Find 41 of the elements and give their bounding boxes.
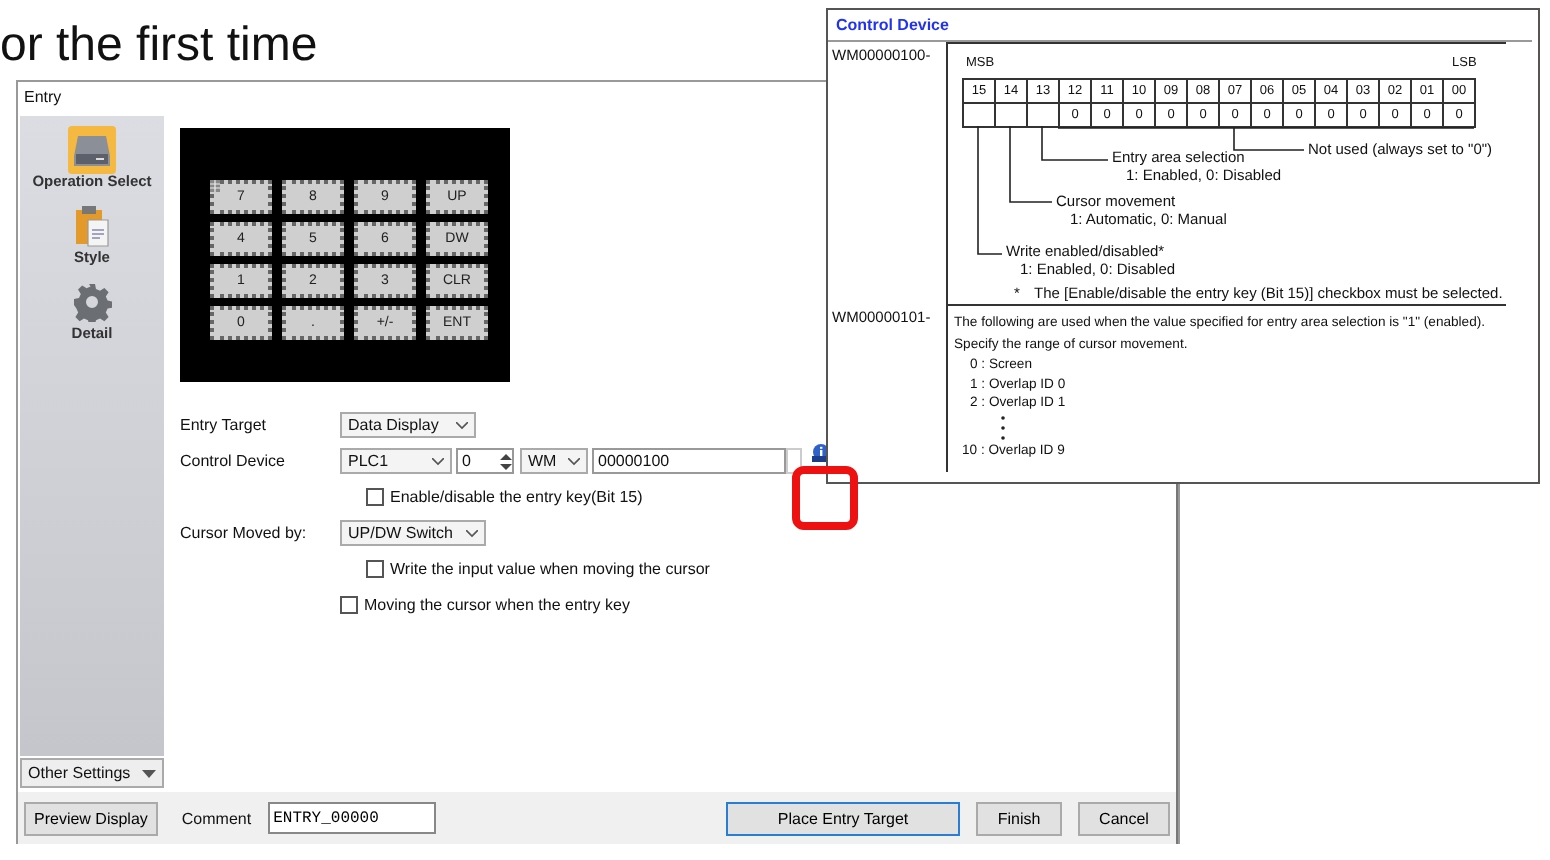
field-label: Control Device xyxy=(180,452,287,470)
checkbox[interactable] xyxy=(366,488,384,506)
drive-icon xyxy=(71,132,112,168)
plc-dropdown[interactable]: PLC1 xyxy=(340,448,452,474)
caret-icon xyxy=(142,769,156,777)
preview-display-button[interactable]: Preview Display xyxy=(24,801,158,835)
highlight-frame xyxy=(792,466,858,530)
sidebar-icon-tile[interactable] xyxy=(68,278,116,326)
device-dropdown[interactable]: WM xyxy=(520,448,588,474)
checkbox[interactable] xyxy=(366,560,384,578)
grid-icon xyxy=(210,180,220,192)
vertical-dots-icon xyxy=(1000,413,1006,441)
field-end-cap xyxy=(786,448,802,474)
caret-icon xyxy=(568,457,580,465)
clipboard-icon xyxy=(74,204,110,248)
caret-icon xyxy=(466,529,478,537)
checkbox[interactable] xyxy=(340,596,358,614)
dialog-button[interactable]: Cancel xyxy=(1078,801,1170,835)
address-field[interactable]: 00000100 xyxy=(592,448,786,474)
spinner-arrows-icon xyxy=(500,451,512,471)
gear-icon xyxy=(72,282,112,322)
cursor-moved-dropdown[interactable]: UP/DW Switch xyxy=(340,520,486,546)
dialog-button[interactable]: Place Entry Target xyxy=(726,801,960,835)
field-label: Cursor Moved by: xyxy=(180,524,309,542)
page-heading: or the first time xyxy=(0,18,318,72)
entry-target-dropdown[interactable]: Data Display xyxy=(340,412,476,438)
other-settings-dropdown[interactable]: Other Settings xyxy=(20,758,164,788)
comment-label: Comment xyxy=(181,809,252,827)
callout-title: Control Device xyxy=(828,10,1532,42)
checkbox-label: Enable/disable the entry key(Bit 15) xyxy=(390,488,643,506)
field-label: Entry Target xyxy=(180,416,268,434)
window-title: Entry xyxy=(24,88,62,106)
comment-field[interactable]: ENTRY_00000 xyxy=(267,802,436,834)
checkbox-label: Write the input value when moving the cursor xyxy=(390,560,710,578)
caret-icon xyxy=(456,421,468,429)
leader-line xyxy=(977,125,1003,255)
sidebar-icon-tile[interactable] xyxy=(67,126,116,174)
dialog-button[interactable]: Finish xyxy=(976,801,1062,835)
caret-icon xyxy=(432,457,444,465)
number-spinner[interactable]: 0 xyxy=(456,448,514,474)
checkbox-label: Moving the cursor when the entry key xyxy=(364,596,630,614)
